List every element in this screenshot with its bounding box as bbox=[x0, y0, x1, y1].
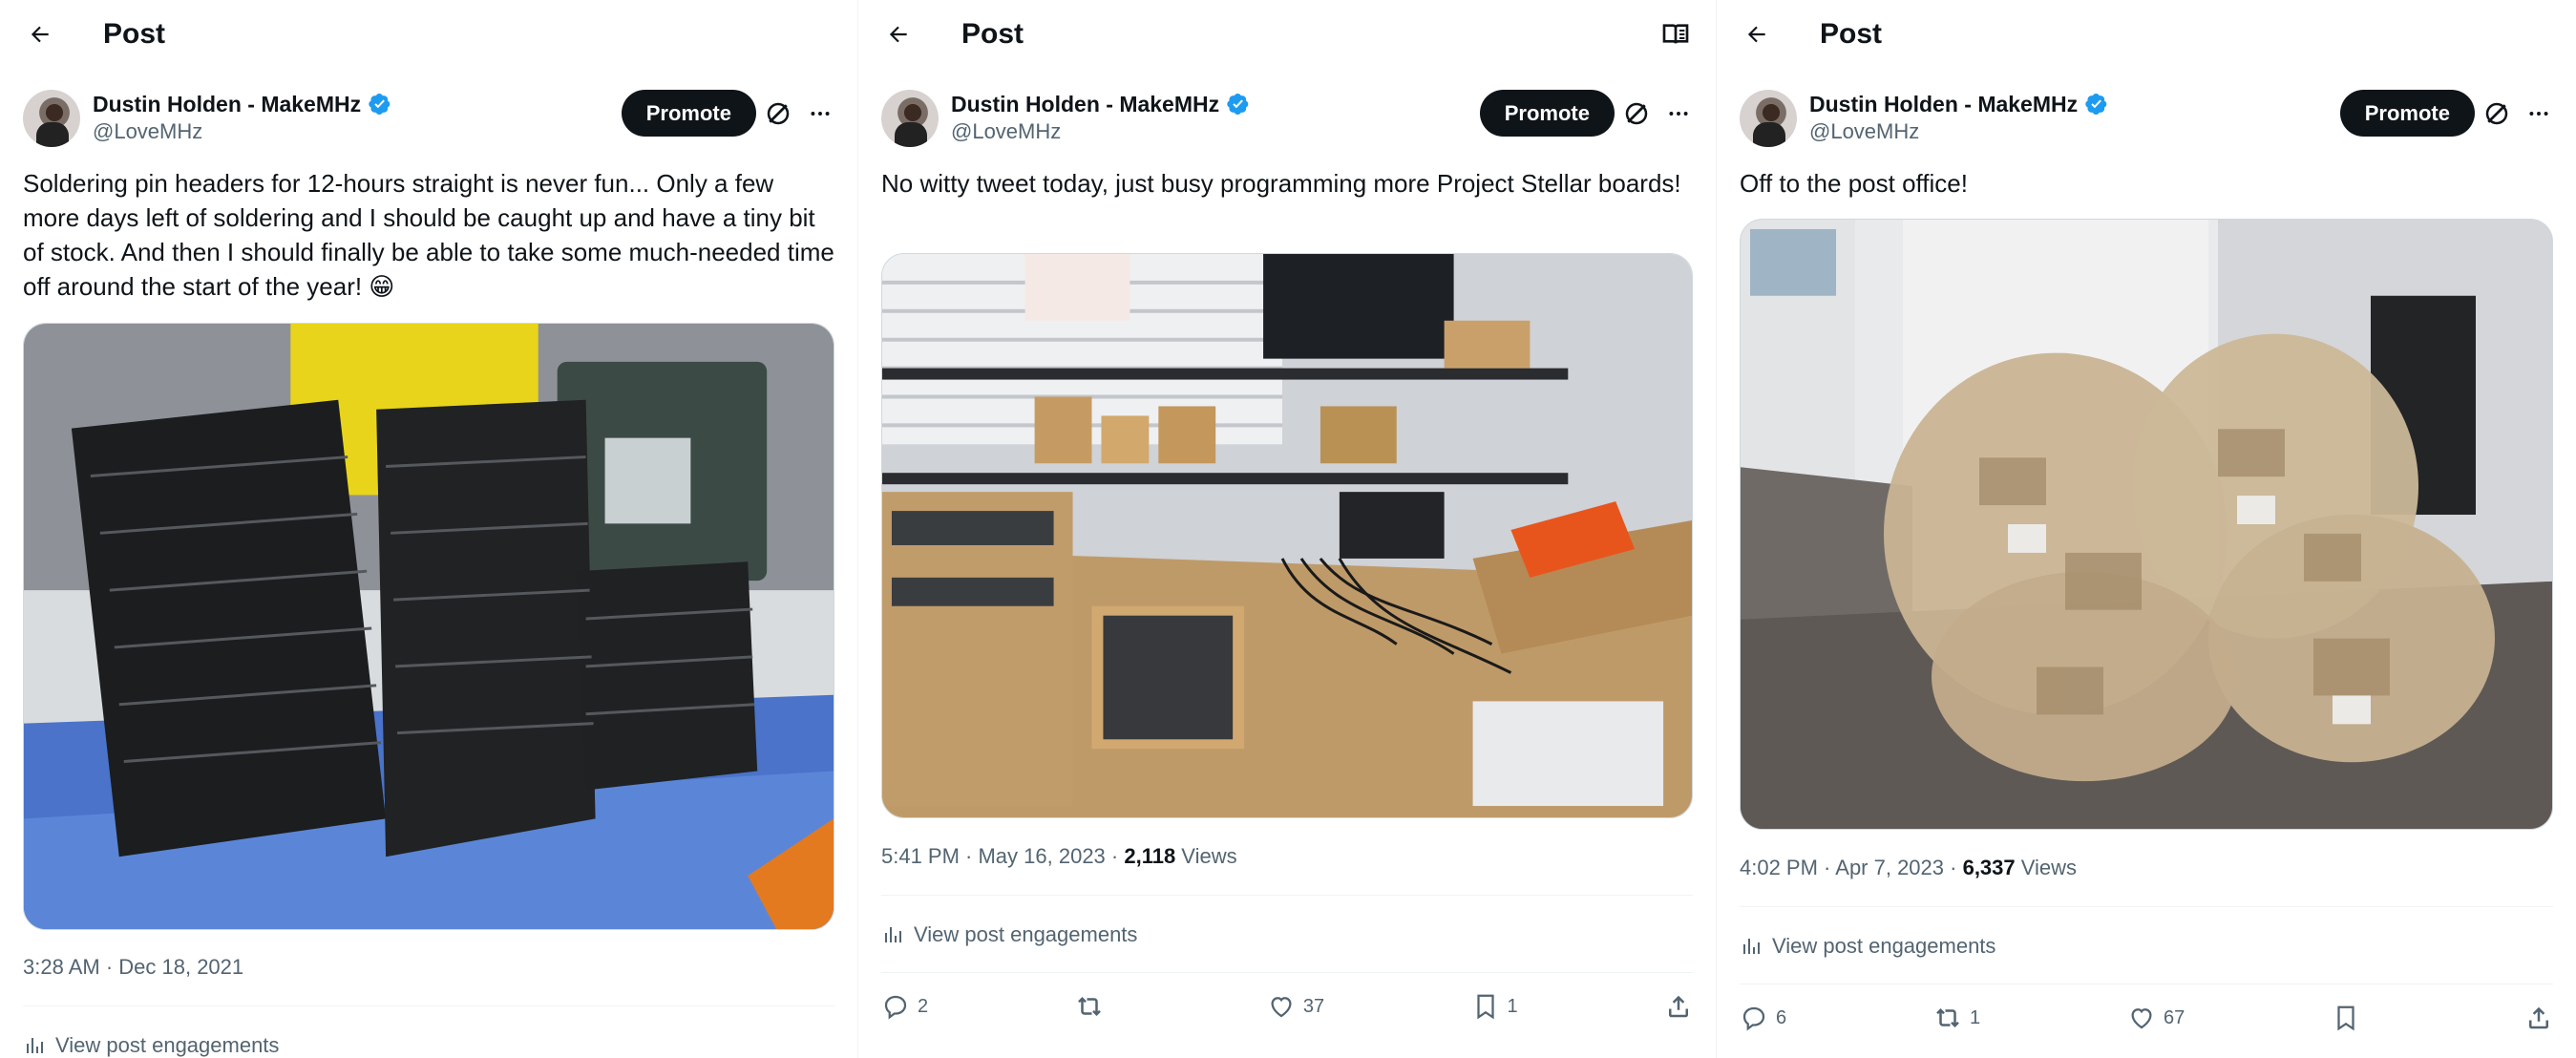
views-count: 2,118 bbox=[1124, 844, 1176, 868]
promote-button[interactable]: Promote bbox=[621, 90, 756, 137]
post-actions: 6 1 67 bbox=[1740, 993, 2553, 1043]
post-timestamp[interactable]: 3:28 AM · Dec 18, 2021 bbox=[23, 953, 243, 982]
post-image[interactable] bbox=[23, 323, 834, 930]
bookmark-icon bbox=[2337, 1005, 2354, 1031]
reader-mode-icon[interactable] bbox=[1660, 19, 1691, 50]
page-title: Post bbox=[961, 18, 1024, 50]
page-title: Post bbox=[1820, 18, 1883, 50]
timestamp-text: 5:41 PM · May 16, 2023 · bbox=[881, 844, 1125, 868]
verified-badge-icon bbox=[369, 94, 391, 115]
more-options-icon[interactable] bbox=[1664, 99, 1693, 128]
analytics-icon bbox=[27, 1038, 43, 1053]
page-title: Post bbox=[103, 18, 166, 50]
reply-button[interactable]: 6 bbox=[1740, 1004, 1786, 1032]
post-author: Dustin Holden - MakeMHz @LoveMHz Promote bbox=[1740, 88, 2553, 147]
like-button[interactable]: 37 bbox=[1267, 992, 1324, 1021]
author-handle[interactable]: @LoveMHz bbox=[951, 118, 1061, 145]
photo-workbench-icon bbox=[882, 254, 1692, 817]
post-column-1: Post Dustin Holden - MakeMHz @LoveMHz Pr… bbox=[0, 0, 858, 1058]
view-engagements-link[interactable]: View post engagements bbox=[1740, 932, 1995, 961]
post-image[interactable] bbox=[881, 253, 1693, 818]
back-arrow-icon[interactable] bbox=[1740, 17, 1774, 52]
view-engagements-label: View post engagements bbox=[55, 1033, 280, 1057]
reply-icon bbox=[884, 995, 907, 1020]
heart-icon bbox=[1271, 997, 1292, 1018]
bookmark-button[interactable] bbox=[2332, 1004, 2377, 1032]
view-engagements-label: View post engagements bbox=[914, 922, 1138, 946]
divider bbox=[881, 972, 1693, 973]
post-text: Off to the post office! bbox=[1740, 169, 1968, 198]
share-button[interactable] bbox=[2524, 1004, 2553, 1032]
avatar[interactable] bbox=[1740, 90, 1797, 147]
post-header: Post bbox=[0, 0, 857, 69]
author-handle[interactable]: @LoveMHz bbox=[1809, 118, 1919, 145]
photo-soldered-boards-icon bbox=[24, 324, 834, 929]
post-header: Post bbox=[1717, 0, 2576, 69]
view-engagements-link[interactable]: View post engagements bbox=[881, 920, 1137, 949]
views-label: Views bbox=[1175, 844, 1237, 868]
bookmark-icon bbox=[1476, 994, 1494, 1020]
reply-count: 2 bbox=[918, 995, 929, 1017]
like-button[interactable]: 67 bbox=[2127, 1004, 2185, 1032]
analytics-icon bbox=[1743, 939, 1760, 954]
promote-button[interactable]: Promote bbox=[1479, 90, 1615, 137]
post-author: Dustin Holden - MakeMHz @LoveMHz Promote bbox=[23, 88, 834, 147]
post-text: Soldering pin headers for 12-hours strai… bbox=[23, 169, 834, 301]
reply-button[interactable]: 2 bbox=[881, 992, 928, 1021]
author-name[interactable]: Dustin Holden - MakeMHz bbox=[1809, 90, 2078, 118]
analytics-icon bbox=[885, 927, 901, 942]
view-engagements-label: View post engagements bbox=[1772, 934, 1996, 958]
avatar[interactable] bbox=[881, 90, 939, 147]
promote-button[interactable]: Promote bbox=[2339, 90, 2475, 137]
share-icon bbox=[1669, 995, 1688, 1018]
share-icon bbox=[2529, 1006, 2548, 1029]
post-author: Dustin Holden - MakeMHz @LoveMHz Promote bbox=[881, 88, 1693, 147]
author-handle[interactable]: @LoveMHz bbox=[93, 118, 202, 145]
like-count: 67 bbox=[2164, 1006, 2185, 1028]
post-column-2: Post Dustin Holden - MakeMHz @LoveMHz Pr… bbox=[858, 0, 1717, 1058]
back-arrow-icon[interactable] bbox=[881, 17, 916, 52]
avatar[interactable] bbox=[23, 90, 80, 147]
author-name[interactable]: Dustin Holden - MakeMHz bbox=[93, 90, 361, 118]
verified-badge-icon bbox=[1227, 94, 1249, 115]
post-column-3: Post Dustin Holden - MakeMHz @LoveMHz Pr… bbox=[1717, 0, 2576, 1058]
views-label: Views bbox=[2015, 856, 2078, 879]
divider bbox=[1740, 906, 2553, 907]
post-text: No witty tweet today, just busy programm… bbox=[881, 169, 1681, 198]
grok-icon[interactable] bbox=[2482, 99, 2511, 128]
timestamp-text: 4:02 PM · Apr 7, 2023 · bbox=[1740, 856, 1963, 879]
view-engagements-link[interactable]: View post engagements bbox=[23, 1031, 279, 1058]
more-options-icon[interactable] bbox=[806, 99, 834, 128]
repost-icon bbox=[1936, 1008, 1959, 1027]
post-timestamp[interactable]: 4:02 PM · Apr 7, 2023 · 6,337 Views bbox=[1740, 854, 2077, 882]
heart-icon bbox=[2131, 1008, 2152, 1029]
views-count: 6,337 bbox=[1962, 856, 2016, 879]
like-count: 37 bbox=[1302, 995, 1325, 1017]
back-arrow-icon[interactable] bbox=[23, 17, 57, 52]
divider bbox=[881, 895, 1693, 896]
reply-icon bbox=[1742, 1006, 1765, 1031]
grok-icon[interactable] bbox=[1622, 99, 1651, 128]
bookmark-count: 1 bbox=[1507, 995, 1518, 1017]
repost-count: 1 bbox=[1970, 1006, 1981, 1028]
repost-icon bbox=[1077, 997, 1101, 1016]
more-options-icon[interactable] bbox=[2524, 99, 2553, 128]
share-button[interactable] bbox=[1664, 992, 1693, 1021]
repost-button[interactable] bbox=[1075, 992, 1121, 1021]
divider bbox=[23, 1005, 834, 1006]
bookmark-button[interactable]: 1 bbox=[1471, 992, 1518, 1021]
post-header: Post bbox=[858, 0, 1716, 69]
grok-icon[interactable] bbox=[764, 99, 792, 128]
reply-count: 6 bbox=[1776, 1006, 1787, 1028]
repost-button[interactable]: 1 bbox=[1933, 1004, 1980, 1032]
photo-package-bags-icon bbox=[1741, 220, 2552, 829]
author-name[interactable]: Dustin Holden - MakeMHz bbox=[951, 90, 1219, 118]
post-timestamp[interactable]: 5:41 PM · May 16, 2023 · 2,118 Views bbox=[881, 842, 1237, 871]
verified-badge-icon bbox=[2085, 94, 2107, 115]
post-image[interactable] bbox=[1740, 219, 2553, 830]
post-actions: 2 37 1 bbox=[881, 982, 1693, 1031]
timeline-columns: Post Dustin Holden - MakeMHz @LoveMHz Pr… bbox=[0, 0, 2576, 1058]
